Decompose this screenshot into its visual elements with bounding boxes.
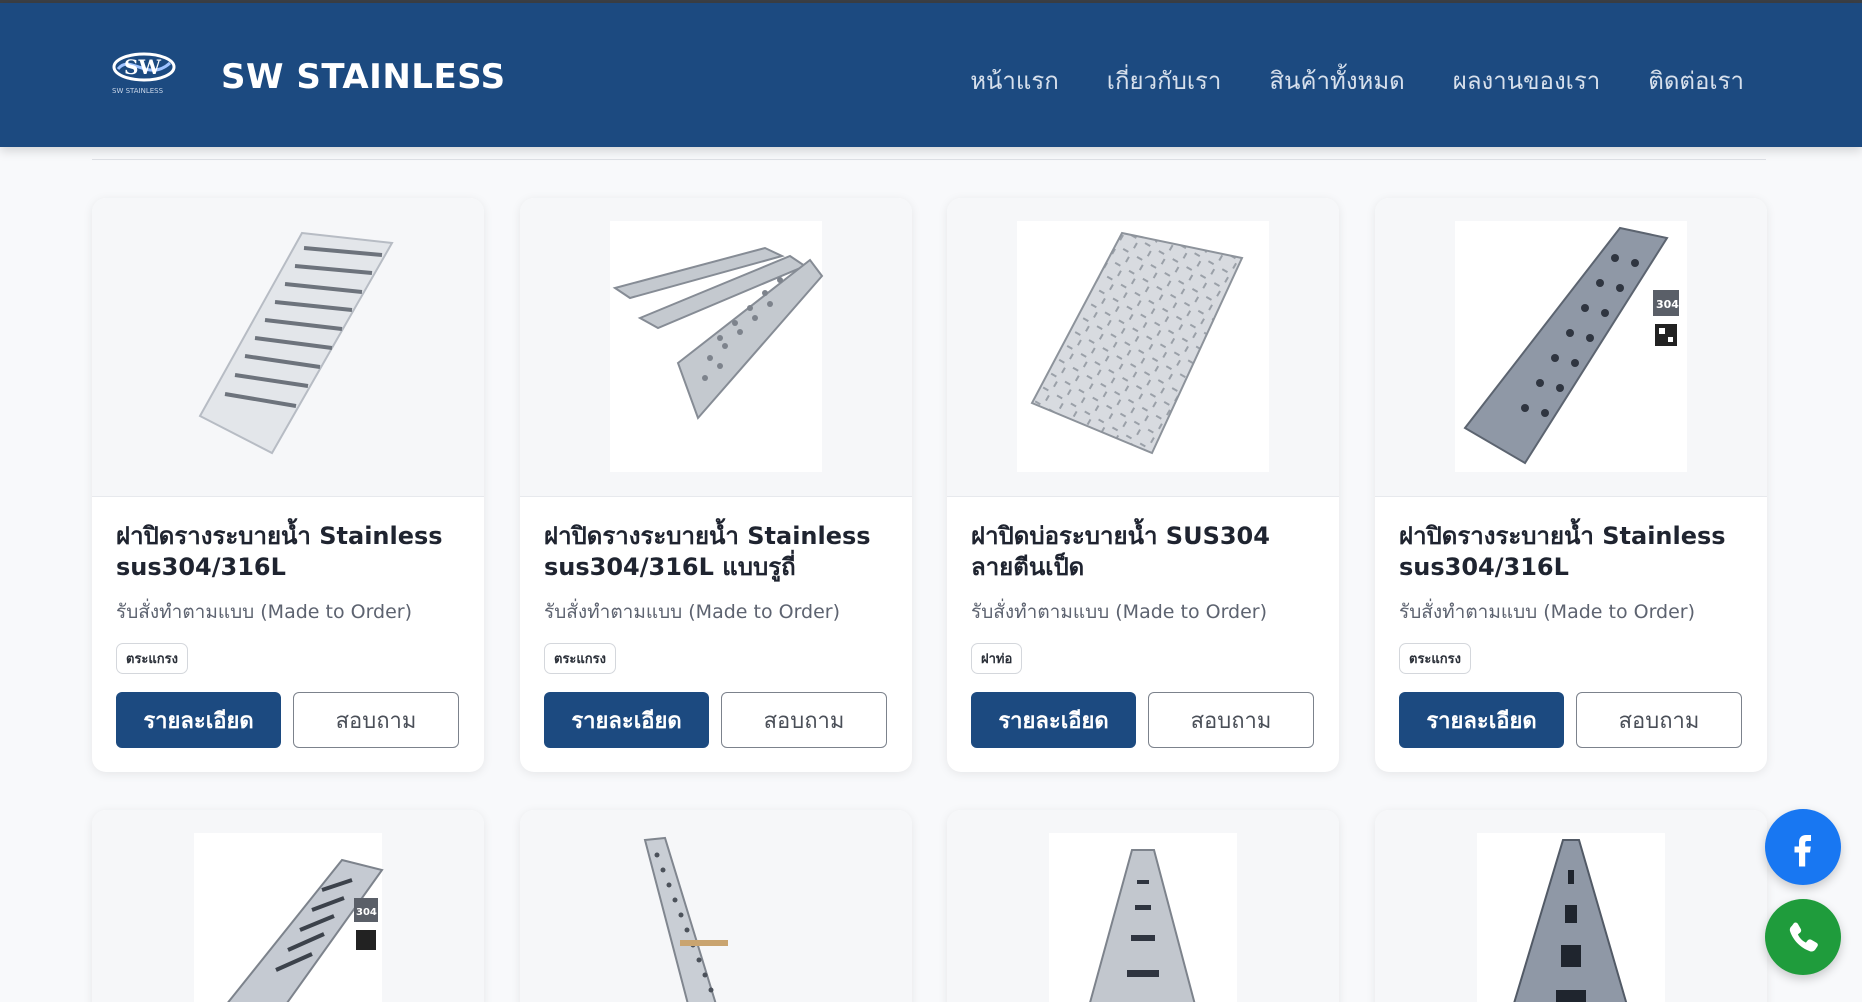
product-card: ฝาปิดรางระบายน้ำ Stainless sus304/316L แ…: [520, 198, 912, 772]
logo-icon: SW SW STAINLESS: [112, 52, 176, 95]
product-image[interactable]: [947, 198, 1339, 497]
product-title[interactable]: ฝาปิดรางระบายน้ำ Stainless sus304/316L: [116, 521, 460, 583]
product-card: ฝาปิดรางระบายน้ำ Stainless sus304/316L ร…: [92, 198, 484, 772]
product-image[interactable]: [92, 198, 484, 497]
product-subtitle: รับสั่งทำตามแบบ (Made to Order): [544, 601, 841, 623]
product-image[interactable]: 304: [92, 810, 484, 1002]
inquire-button[interactable]: สอบถาม: [293, 692, 459, 748]
nav-products[interactable]: สินค้าทั้งหมด: [1269, 61, 1404, 100]
product-subtitle: รับสั่งทำตามแบบ (Made to Order): [1399, 601, 1696, 623]
product-image[interactable]: [520, 198, 912, 497]
product-card: [520, 810, 912, 1002]
section-divider: [92, 159, 1766, 160]
nav-home[interactable]: หน้าแรก: [970, 61, 1059, 100]
svg-text:SW STAINLESS: SW STAINLESS: [112, 87, 164, 95]
nav-portfolio[interactable]: ผลงานของเรา: [1453, 61, 1600, 100]
inquire-button[interactable]: สอบถาม: [1148, 692, 1314, 748]
nav-contact[interactable]: ติดต่อเรา: [1648, 61, 1744, 100]
inquire-button[interactable]: สอบถาม: [721, 692, 887, 748]
brand-name[interactable]: SW STAINLESS: [221, 57, 506, 97]
product-card: 304: [92, 810, 484, 1002]
category-badge: ฝาท่อ: [971, 643, 1023, 674]
category-badge: ตระแกรง: [1399, 643, 1471, 674]
product-image[interactable]: 304: [1375, 198, 1767, 497]
product-card: 304 ฝาปิดรางระบายน้ำ Stainless sus304/31…: [1375, 198, 1767, 772]
detail-button[interactable]: รายละเอียด: [971, 692, 1136, 748]
product-subtitle: รับสั่งทำตามแบบ (Made to Order): [971, 601, 1268, 623]
facebook-icon: [1794, 835, 1811, 867]
category-badge: ตระแกรง: [116, 643, 188, 674]
product-title[interactable]: ฝาปิดรางระบายน้ำ Stainless sus304/316L: [1399, 521, 1743, 583]
detail-button[interactable]: รายละเอียด: [544, 692, 709, 748]
product-card: [1375, 810, 1767, 1002]
svg-text:304: 304: [1656, 298, 1679, 311]
product-image[interactable]: [520, 810, 912, 1002]
product-title[interactable]: ฝาปิดรางระบายน้ำ Stainless sus304/316L แ…: [544, 521, 888, 583]
detail-button[interactable]: รายละเอียด: [116, 692, 281, 748]
site-header: SW SW STAINLESS SW STAINLESS หน้าแรก เกี…: [0, 3, 1862, 147]
inquire-button[interactable]: สอบถาม: [1576, 692, 1742, 748]
nav-about[interactable]: เกี่ยวกับเรา: [1107, 61, 1222, 100]
product-title[interactable]: ฝาปิดบ่อระบายน้ำ SUS304 ลายตีนเป็ด: [971, 521, 1315, 583]
product-image[interactable]: [1375, 810, 1767, 1002]
facebook-button[interactable]: [1765, 809, 1841, 885]
svg-text:SW: SW: [124, 55, 161, 79]
product-card: [947, 810, 1339, 1002]
product-subtitle: รับสั่งทำตามแบบ (Made to Order): [116, 601, 413, 623]
phone-icon: [1789, 922, 1818, 952]
category-badge: ตระแกรง: [544, 643, 616, 674]
main-nav: หน้าแรก เกี่ยวกับเรา สินค้าทั้งหมด ผลงาน…: [970, 61, 1744, 100]
phone-button[interactable]: [1765, 899, 1841, 975]
svg-text:304: 304: [356, 907, 377, 918]
site-logo[interactable]: SW SW STAINLESS: [108, 47, 180, 97]
product-card: ฝาปิดบ่อระบายน้ำ SUS304 ลายตีนเป็ด รับสั…: [947, 198, 1339, 772]
detail-button[interactable]: รายละเอียด: [1399, 692, 1564, 748]
product-image[interactable]: [947, 810, 1339, 1002]
